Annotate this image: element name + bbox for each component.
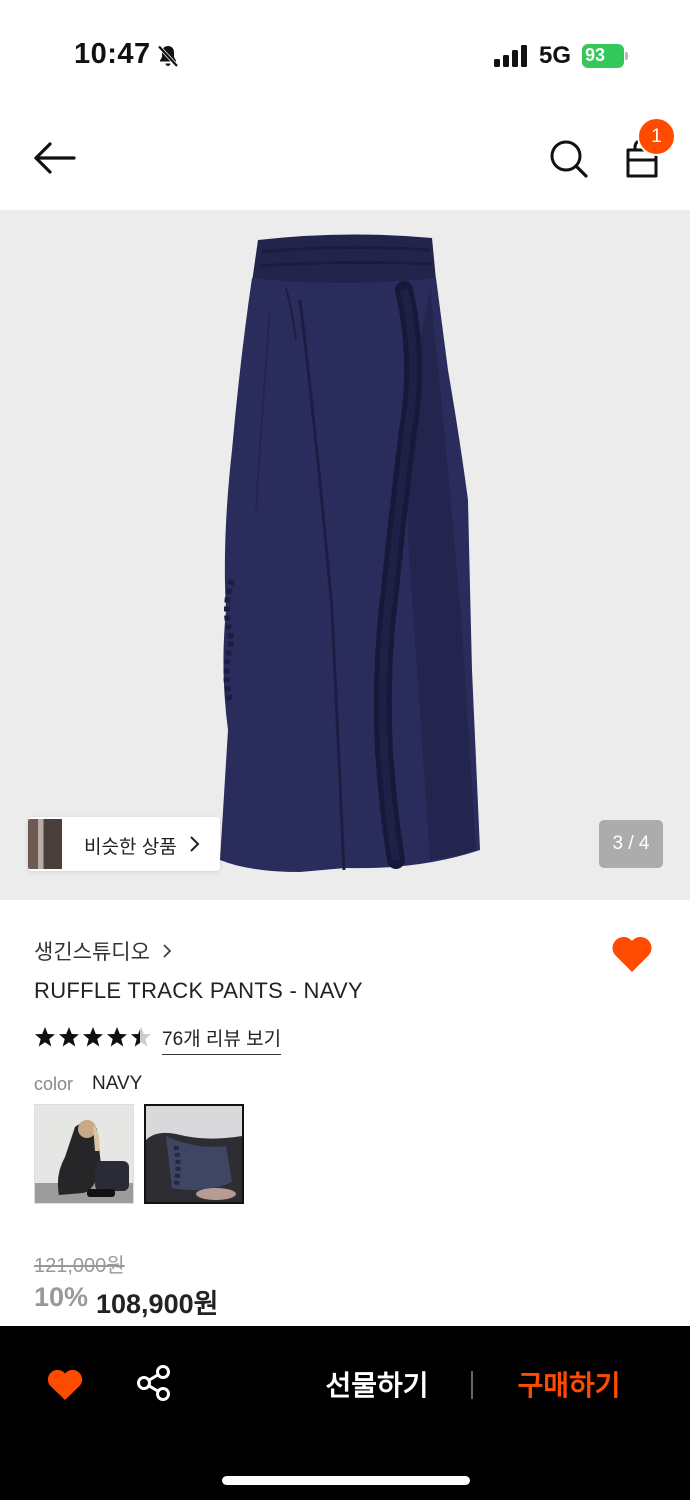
brand-name: 생긴스튜디오 — [34, 941, 150, 964]
signal-icon — [494, 45, 527, 67]
sale-price: 108,900원 — [96, 1289, 219, 1319]
star-icon — [107, 1027, 127, 1047]
similar-products-label: 비슷한 상품 — [84, 837, 177, 858]
network-type: 5G — [539, 42, 572, 69]
model-photo — [35, 1105, 133, 1203]
home-indicator[interactable] — [222, 1476, 470, 1485]
chevron-right-icon — [190, 836, 200, 852]
cart-count-badge: 1 — [637, 117, 676, 156]
navy-pants-photo — [220, 234, 480, 872]
bottom-action-bar: 선물하기 구매하기 — [0, 1326, 690, 1500]
color-value: NAVY — [92, 1073, 143, 1094]
battery-level: 93 — [585, 45, 606, 65]
similar-products-button[interactable]: 비슷한 상품 — [28, 817, 220, 871]
rating-stars — [35, 1027, 151, 1047]
status-time: 10:47 — [74, 38, 151, 70]
status-bar: 10:47 5G 93 — [0, 0, 690, 110]
star-icon — [83, 1027, 103, 1047]
product-name: RUFFLE TRACK PANTS - NAVY — [34, 978, 363, 1003]
brand-link[interactable]: 생긴스튜디오 — [34, 936, 172, 966]
similar-product-thumbnail — [28, 819, 62, 869]
divider — [471, 1371, 473, 1399]
star-icon — [59, 1027, 79, 1047]
bell-muted-icon — [157, 45, 179, 68]
review-link[interactable]: 76개 리뷰 보기 — [162, 1024, 282, 1055]
share-icon[interactable] — [136, 1364, 172, 1402]
product-image[interactable] — [0, 210, 690, 900]
buy-button[interactable]: 구매하기 — [506, 1364, 632, 1406]
gift-button[interactable]: 선물하기 — [314, 1364, 440, 1406]
heart-icon[interactable] — [610, 932, 654, 974]
search-icon[interactable] — [546, 136, 590, 180]
back-arrow-icon[interactable] — [30, 136, 80, 180]
battery-icon: 93 — [582, 44, 628, 68]
color-option-thumbnail[interactable] — [34, 1104, 134, 1204]
model-photo — [146, 1106, 242, 1202]
chevron-right-icon — [163, 944, 172, 958]
color-label: color — [34, 1074, 74, 1094]
color-option-thumbnail-selected[interactable] — [144, 1104, 244, 1204]
discount-rate: 10% — [34, 1282, 89, 1312]
original-price: 121,000원 — [34, 1255, 125, 1277]
star-icon — [35, 1027, 55, 1047]
image-counter: 3 / 4 — [599, 820, 663, 868]
heart-icon[interactable] — [46, 1366, 84, 1402]
